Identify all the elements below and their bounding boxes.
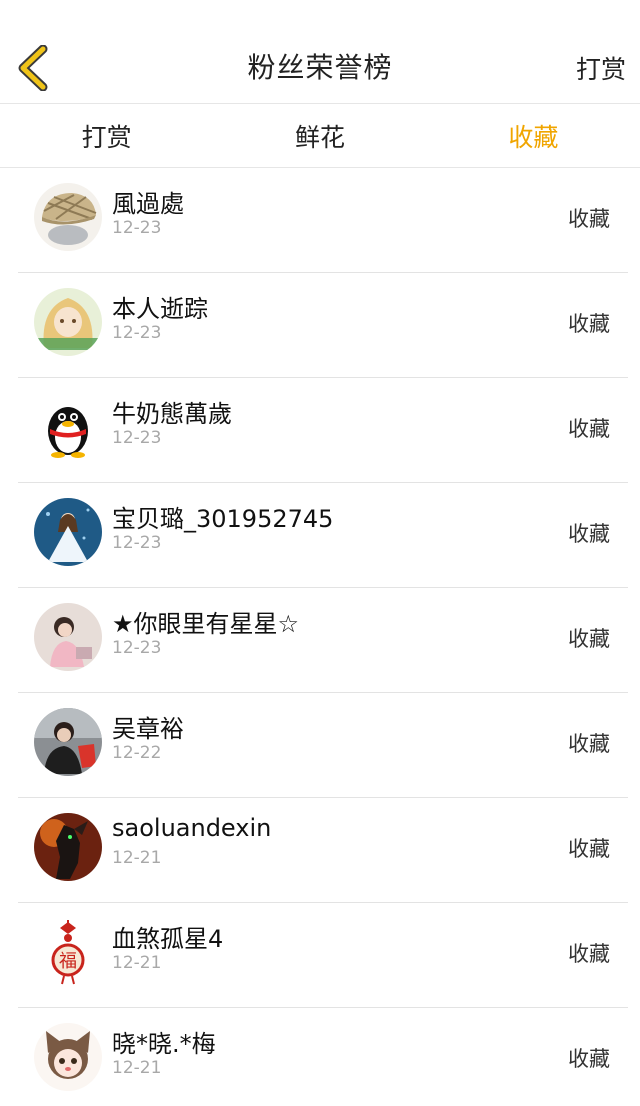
girl-photo-avatar (34, 603, 102, 671)
woman-photo-avatar (34, 708, 102, 776)
list-item[interactable]: 福 血煞孤星4 12-21 收藏 (18, 903, 628, 1008)
user-name: ★你眼里有星星☆ (112, 610, 300, 638)
fan-list: 風過處 12-23 收藏 本人逝踪 12-23 收藏 牛奶態萬歲 12-23 收… (0, 168, 640, 1106)
cat-girl-avatar (34, 1023, 102, 1091)
qq-penguin-avatar (34, 393, 102, 461)
action-label: 收藏 (568, 942, 610, 966)
navigation-bar: 粉丝荣誉榜 打赏 (0, 0, 640, 104)
tab-flowers[interactable]: 鲜花 (213, 105, 426, 167)
anime-girl-avatar (34, 288, 102, 356)
date-label: 12-21 (112, 848, 162, 868)
list-item[interactable]: 本人逝踪 12-23 收藏 (18, 273, 628, 378)
list-item[interactable]: saoluandexin 12-21 收藏 (18, 798, 628, 903)
list-item[interactable]: 晓*晓.*梅 12-21 收藏 (18, 1008, 628, 1106)
page-title: 粉丝荣誉榜 (247, 51, 393, 84)
action-label: 收藏 (568, 207, 610, 231)
user-name: 宝贝璐_301952745 (112, 505, 334, 533)
date-label: 12-23 (112, 638, 162, 658)
action-label: 收藏 (568, 1047, 610, 1071)
user-name: 血煞孤星4 (112, 925, 224, 953)
date-label: 12-23 (112, 533, 162, 553)
fu-knot-avatar: 福 (34, 918, 102, 986)
user-name: 本人逝踪 (112, 295, 208, 323)
date-label: 12-23 (112, 323, 162, 343)
action-label: 收藏 (568, 312, 610, 336)
tab-favorites[interactable]: 收藏 (427, 105, 640, 167)
action-label: 收藏 (568, 732, 610, 756)
date-label: 12-23 (112, 428, 162, 448)
user-name: 牛奶態萬歲 (112, 400, 232, 428)
action-label: 收藏 (568, 627, 610, 651)
list-item[interactable]: 宝贝璐_301952745 12-23 收藏 (18, 483, 628, 588)
date-label: 12-21 (112, 953, 162, 973)
date-label: 12-22 (112, 743, 162, 763)
tab-bar: 打赏 鲜花 收藏 (0, 105, 640, 168)
user-name: saoluandexin (112, 814, 272, 842)
action-label: 收藏 (568, 417, 610, 441)
user-name: 吴章裕 (112, 715, 184, 743)
svg-text:福: 福 (59, 951, 77, 972)
date-label: 12-23 (112, 218, 162, 238)
list-item[interactable]: 風過處 12-23 收藏 (18, 168, 628, 273)
action-label: 收藏 (568, 837, 610, 861)
user-name: 晓*晓.*梅 (112, 1030, 216, 1058)
list-item[interactable]: 吴章裕 12-22 收藏 (18, 693, 628, 798)
reward-button[interactable]: 打赏 (576, 50, 626, 86)
action-label: 收藏 (568, 522, 610, 546)
app-root: 粉丝荣誉榜 打赏 打赏 鲜花 收藏 風過處 12-23 收藏 本人逝踪 12-2… (0, 0, 640, 1106)
plaid-cap-avatar (34, 183, 102, 251)
warrior-avatar (34, 813, 102, 881)
user-name: 風過處 (112, 190, 184, 218)
bride-avatar (34, 498, 102, 566)
date-label: 12-21 (112, 1058, 162, 1078)
list-item[interactable]: ★你眼里有星星☆ 12-23 收藏 (18, 588, 628, 693)
list-item[interactable]: 牛奶態萬歲 12-23 收藏 (18, 378, 628, 483)
tab-reward[interactable]: 打赏 (0, 105, 213, 167)
